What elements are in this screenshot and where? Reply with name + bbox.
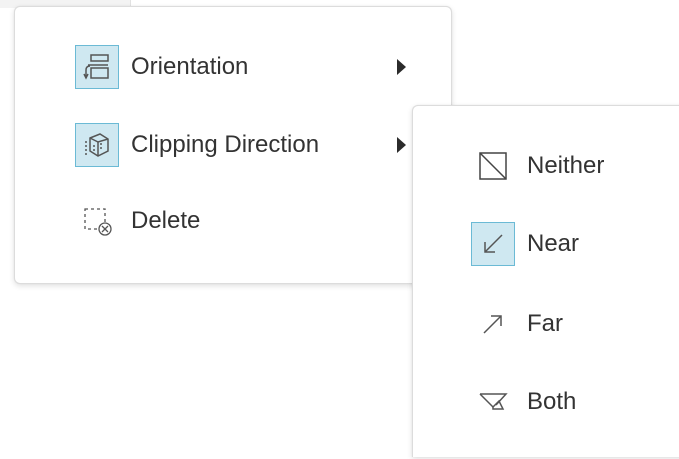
delete-icon [75, 199, 119, 243]
context-menu: Orientation Clipping Direction Delete [14, 6, 452, 284]
submenu-arrow-icon [397, 59, 406, 75]
submenu-item-label: Both [527, 388, 577, 415]
screen: Orientation Clipping Direction Delete Ne… [0, 0, 679, 459]
far-arrow-icon [471, 302, 515, 346]
clipping-direction-icon [75, 123, 119, 167]
menu-item-clipping-direction[interactable]: Clipping Direction [75, 121, 319, 169]
submenu-item-both[interactable]: Both [471, 378, 576, 426]
menu-item-delete[interactable]: Delete [75, 197, 200, 245]
menu-item-label: Clipping Direction [131, 131, 320, 158]
neither-icon [471, 144, 515, 188]
menu-item-label: Orientation [131, 53, 249, 80]
submenu-item-label: Near [527, 230, 580, 257]
orientation-icon [75, 45, 119, 89]
submenu-item-neither[interactable]: Neither [471, 142, 604, 190]
clipping-direction-submenu: Neither Near Far Both [412, 105, 679, 457]
submenu-item-label: Neither [527, 152, 605, 179]
both-icon [471, 380, 515, 424]
near-arrow-icon [471, 222, 515, 266]
submenu-item-far[interactable]: Far [471, 300, 563, 348]
submenu-item-label: Far [527, 310, 563, 337]
menu-item-orientation[interactable]: Orientation [75, 43, 248, 91]
submenu-item-near[interactable]: Near [471, 220, 579, 268]
menu-item-label: Delete [131, 207, 201, 234]
submenu-arrow-icon [397, 137, 406, 153]
